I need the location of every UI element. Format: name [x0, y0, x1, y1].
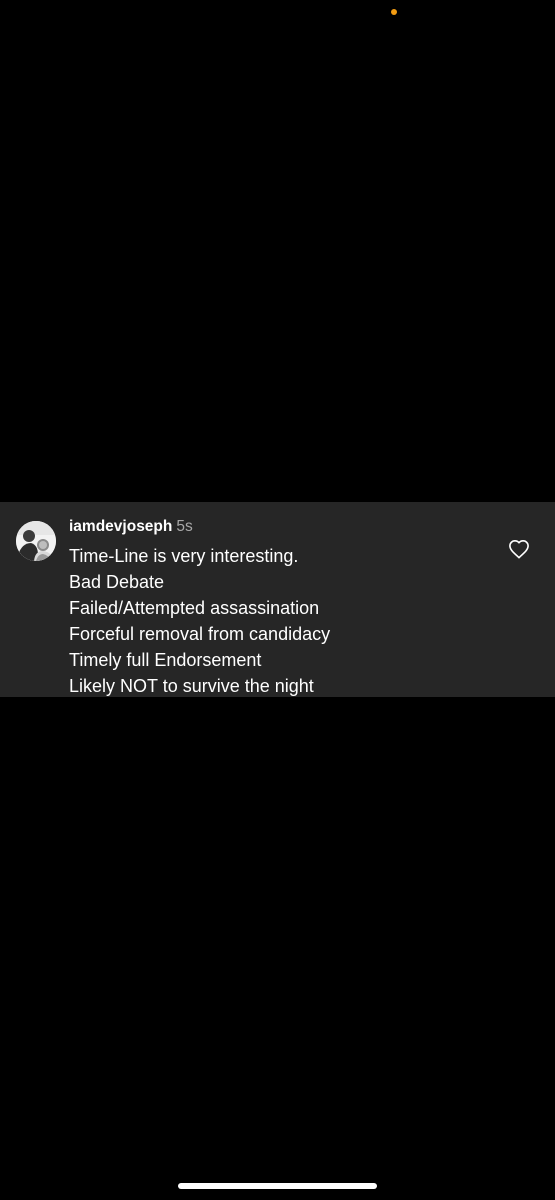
comment-text: Time-Line is very interesting. Bad Debat…: [69, 543, 489, 699]
comment-line: Timely full Endorsement: [69, 650, 262, 670]
comment-line: Likely NOT to survive the night: [69, 676, 314, 696]
comment-username[interactable]: iamdevjoseph: [69, 518, 172, 535]
comment-meta: iamdevjoseph 5s: [69, 517, 489, 537]
comment-line: Bad Debate: [69, 572, 165, 592]
comment-line: Time-Line is very interesting.: [69, 546, 299, 566]
comment-card: iamdevjoseph 5s Time-Line is very interes…: [0, 502, 555, 697]
comment-line: Forceful removal from candidacy: [69, 624, 331, 644]
privacy-indicator-dot: [391, 9, 397, 15]
comment-body: iamdevjoseph 5s Time-Line is very interes…: [69, 517, 489, 699]
avatar[interactable]: [16, 521, 56, 561]
heart-outline-icon: [509, 540, 529, 559]
home-indicator[interactable]: [178, 1183, 377, 1189]
user-avatar-icon: [16, 521, 56, 561]
comment-line: Failed/Attempted assassination: [69, 598, 320, 618]
like-button[interactable]: [505, 535, 533, 563]
comment-timestamp: 5s: [176, 518, 193, 535]
